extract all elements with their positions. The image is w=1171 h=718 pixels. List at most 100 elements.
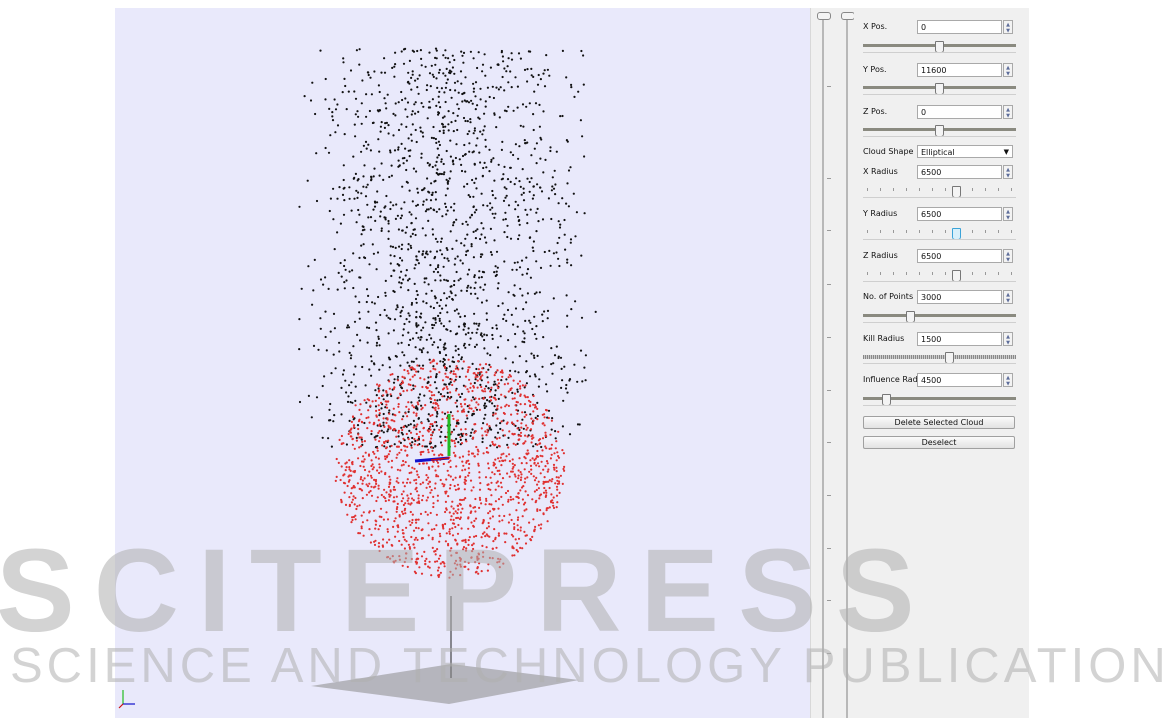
black-point	[474, 108, 477, 111]
black-point	[384, 102, 387, 105]
red-point	[494, 500, 497, 503]
black-point	[507, 291, 510, 294]
black-point	[486, 86, 489, 89]
red-point	[485, 527, 489, 530]
black-point	[531, 327, 534, 331]
red-point	[445, 490, 448, 493]
black-point	[416, 293, 419, 296]
y-pos-slider[interactable]	[863, 83, 1016, 97]
z-radius-spin-buttons[interactable]: ▲ ▼	[1003, 249, 1013, 263]
delete-selected-cloud-button[interactable]: Delete Selected Cloud	[863, 416, 1015, 429]
red-point	[454, 488, 457, 491]
x-radius-spinbox[interactable]: 6500	[917, 165, 1002, 179]
red-point	[545, 447, 548, 450]
x-pos-slider[interactable]	[863, 41, 1016, 55]
red-point	[555, 459, 558, 462]
kill-radius-spin-buttons[interactable]: ▲ ▼	[1003, 332, 1013, 346]
black-point	[444, 383, 447, 386]
y-radius-slider[interactable]	[863, 228, 1016, 242]
vertical-slider-handle-1[interactable]	[817, 12, 831, 20]
red-point	[437, 465, 440, 468]
black-point	[458, 375, 461, 378]
red-point	[460, 442, 464, 445]
red-point	[510, 518, 513, 522]
y-radius-spin-buttons[interactable]: ▲ ▼	[1003, 207, 1013, 221]
vertical-scroll-area[interactable]	[810, 8, 855, 718]
vertical-track-1[interactable]	[822, 14, 824, 718]
black-point	[424, 445, 427, 448]
black-point	[397, 342, 400, 345]
red-point	[464, 398, 467, 401]
black-point	[496, 431, 500, 434]
z-pos-slider[interactable]	[863, 125, 1016, 139]
red-point	[393, 520, 396, 523]
black-point	[408, 429, 411, 432]
z-pos-spinbox[interactable]: 0	[917, 105, 1002, 119]
red-point	[448, 532, 451, 535]
red-point	[382, 538, 385, 541]
black-point	[551, 417, 554, 420]
black-point	[312, 289, 315, 292]
kill-radius-spinbox[interactable]: 1500	[917, 332, 1002, 346]
red-point	[358, 408, 361, 411]
red-point	[474, 561, 477, 564]
red-point	[417, 497, 420, 500]
num-points-spin-buttons[interactable]: ▲ ▼	[1003, 290, 1013, 304]
vertical-track-2[interactable]	[846, 14, 848, 718]
black-point	[521, 340, 524, 343]
3d-viewport[interactable]	[115, 8, 810, 718]
black-point	[370, 176, 373, 179]
y-pos-spin-buttons[interactable]: ▲ ▼	[1003, 63, 1013, 77]
kill-radius-slider[interactable]	[863, 352, 1016, 366]
red-point	[403, 376, 406, 379]
num-points-slider[interactable]	[863, 311, 1016, 325]
red-point	[402, 503, 405, 507]
red-point	[462, 408, 465, 411]
red-point	[542, 468, 545, 471]
deselect-button[interactable]: Deselect	[863, 436, 1015, 449]
black-point	[569, 241, 572, 244]
x-radius-slider[interactable]	[863, 186, 1016, 200]
red-point	[477, 572, 480, 575]
x-radius-spin-buttons[interactable]: ▲ ▼	[1003, 165, 1013, 179]
black-point	[395, 203, 398, 206]
black-point	[444, 74, 447, 77]
chevron-down-icon[interactable]: ▼	[1004, 148, 1009, 156]
point-cloud-canvas[interactable]	[115, 8, 810, 718]
influence-rad-slider[interactable]	[863, 394, 1016, 408]
black-point	[414, 217, 418, 220]
tick-mark	[827, 600, 831, 601]
black-point	[397, 146, 400, 149]
red-point	[386, 555, 390, 559]
black-point	[401, 98, 404, 102]
black-point	[434, 164, 437, 167]
y-radius-spinbox[interactable]: 6500	[917, 207, 1002, 221]
red-point	[555, 506, 558, 509]
black-point	[545, 383, 548, 386]
z-radius-slider[interactable]	[863, 270, 1016, 284]
black-point	[485, 299, 488, 302]
red-point	[478, 488, 482, 491]
x-pos-spinbox[interactable]: 0	[917, 20, 1002, 34]
num-points-spinbox[interactable]: 3000	[917, 290, 1002, 304]
red-point	[467, 467, 470, 470]
black-point	[333, 248, 336, 251]
black-point	[431, 323, 434, 326]
black-point	[520, 259, 524, 262]
black-point	[430, 136, 433, 139]
vertical-slider-handle-2[interactable]	[841, 12, 855, 20]
black-point	[303, 95, 306, 98]
red-point	[497, 457, 500, 460]
influence-rad-spin-buttons[interactable]: ▲ ▼	[1003, 373, 1013, 387]
black-point	[476, 328, 479, 331]
red-point	[457, 508, 460, 511]
black-point	[522, 191, 525, 194]
cloud-shape-dropdown[interactable]: Elliptical ▼	[917, 145, 1013, 158]
y-pos-spinbox[interactable]: 11600	[917, 63, 1002, 77]
influence-rad-spinbox[interactable]: 4500	[917, 373, 1002, 387]
red-point	[473, 519, 476, 522]
x-pos-spin-buttons[interactable]: ▲ ▼	[1003, 20, 1013, 34]
black-point	[494, 274, 497, 278]
z-radius-spinbox[interactable]: 6500	[917, 249, 1002, 263]
z-pos-spin-buttons[interactable]: ▲ ▼	[1003, 105, 1013, 119]
